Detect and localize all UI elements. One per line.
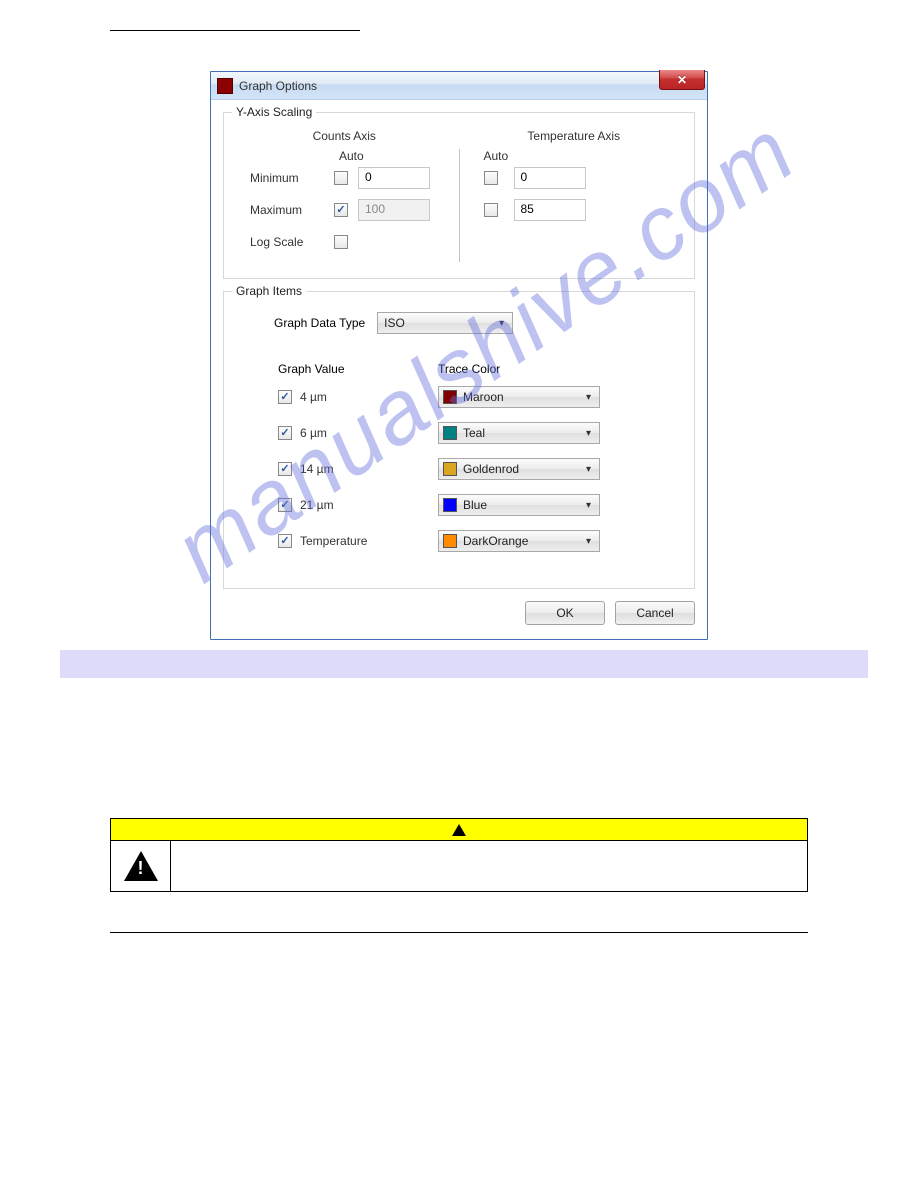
counts-max-auto-checkbox[interactable] bbox=[334, 203, 348, 217]
graph-items-legend: Graph Items bbox=[232, 284, 306, 298]
trace-enable-checkbox[interactable] bbox=[278, 426, 292, 440]
temperature-axis-column: Temperature Axis Auto 0 85 bbox=[468, 129, 681, 262]
temp-min-input[interactable]: 0 bbox=[514, 167, 586, 189]
color-swatch bbox=[443, 390, 457, 404]
trace-label: Temperature bbox=[300, 534, 367, 548]
ok-button[interactable]: OK bbox=[525, 601, 605, 625]
counts-min-input[interactable]: 0 bbox=[358, 167, 430, 189]
app-icon bbox=[217, 78, 233, 94]
cancel-button[interactable]: Cancel bbox=[615, 601, 695, 625]
warning-triangle-icon bbox=[124, 851, 158, 881]
trace-label: 21 µm bbox=[300, 498, 334, 512]
counts-auto-header: Auto bbox=[339, 149, 445, 163]
temperature-axis-header: Temperature Axis bbox=[474, 129, 675, 143]
spacer-strip bbox=[60, 650, 868, 678]
trace-color-header: Trace Color bbox=[438, 362, 500, 376]
counts-max-input[interactable]: 100 bbox=[358, 199, 430, 221]
graph-data-type-label: Graph Data Type bbox=[274, 316, 365, 330]
temp-max-auto-checkbox[interactable] bbox=[484, 203, 498, 217]
axis-divider bbox=[459, 149, 460, 262]
color-swatch bbox=[443, 426, 457, 440]
graph-data-type-select[interactable]: ISO bbox=[377, 312, 513, 334]
trace-enable-checkbox[interactable] bbox=[278, 498, 292, 512]
temp-min-auto-checkbox[interactable] bbox=[484, 171, 498, 185]
caution-header bbox=[111, 819, 807, 841]
trace-color-name: Blue bbox=[463, 498, 487, 512]
page-header-rule bbox=[110, 30, 360, 31]
trace-row: 6 µm Teal bbox=[248, 422, 670, 444]
trace-row: 4 µm Maroon bbox=[248, 386, 670, 408]
dialog-title: Graph Options bbox=[239, 79, 317, 93]
trace-enable-checkbox[interactable] bbox=[278, 390, 292, 404]
trace-color-select[interactable]: Teal bbox=[438, 422, 600, 444]
trace-color-select[interactable]: Goldenrod bbox=[438, 458, 600, 480]
color-swatch bbox=[443, 462, 457, 476]
trace-color-name: Teal bbox=[463, 426, 485, 440]
trace-row: 14 µm Goldenrod bbox=[248, 458, 670, 480]
trace-enable-checkbox[interactable] bbox=[278, 462, 292, 476]
counts-axis-header: Counts Axis bbox=[244, 129, 445, 143]
counts-max-label: Maximum bbox=[244, 203, 324, 217]
trace-color-select[interactable]: Blue bbox=[438, 494, 600, 516]
graph-items-group: Graph Items Graph Data Type ISO Graph Va… bbox=[223, 291, 695, 589]
trace-label: 6 µm bbox=[300, 426, 327, 440]
trace-color-select[interactable]: DarkOrange bbox=[438, 530, 600, 552]
y-axis-legend: Y-Axis Scaling bbox=[232, 105, 316, 119]
trace-color-select[interactable]: Maroon bbox=[438, 386, 600, 408]
counts-min-auto-checkbox[interactable] bbox=[334, 171, 348, 185]
temp-max-input[interactable]: 85 bbox=[514, 199, 586, 221]
color-swatch bbox=[443, 498, 457, 512]
trace-row: 21 µm Blue bbox=[248, 494, 670, 516]
graph-value-header: Graph Value bbox=[248, 362, 438, 376]
trace-color-name: Goldenrod bbox=[463, 462, 519, 476]
y-axis-scaling-group: Y-Axis Scaling Counts Axis Auto Minimum … bbox=[223, 112, 695, 279]
counts-axis-column: Counts Axis Auto Minimum 0 Maximum 100 bbox=[238, 129, 451, 262]
warning-icon bbox=[452, 824, 466, 836]
trace-label: 4 µm bbox=[300, 390, 327, 404]
graph-data-type-value: ISO bbox=[384, 316, 405, 330]
trace-row: Temperature DarkOrange bbox=[248, 530, 670, 552]
log-scale-label: Log Scale bbox=[244, 235, 324, 249]
dialog-titlebar[interactable]: Graph Options ✕ bbox=[211, 72, 707, 100]
graph-options-dialog: Graph Options ✕ Y-Axis Scaling Counts Ax… bbox=[210, 71, 708, 640]
caution-box bbox=[110, 818, 808, 892]
log-scale-checkbox[interactable] bbox=[334, 235, 348, 249]
counts-min-label: Minimum bbox=[244, 171, 324, 185]
page-footer-rule bbox=[110, 932, 808, 933]
trace-enable-checkbox[interactable] bbox=[278, 534, 292, 548]
close-button[interactable]: ✕ bbox=[659, 70, 705, 90]
temp-auto-header: Auto bbox=[484, 149, 675, 163]
trace-color-name: DarkOrange bbox=[463, 534, 528, 548]
caution-text bbox=[171, 841, 807, 891]
close-icon: ✕ bbox=[677, 73, 687, 87]
trace-color-name: Maroon bbox=[463, 390, 504, 404]
color-swatch bbox=[443, 534, 457, 548]
trace-label: 14 µm bbox=[300, 462, 334, 476]
